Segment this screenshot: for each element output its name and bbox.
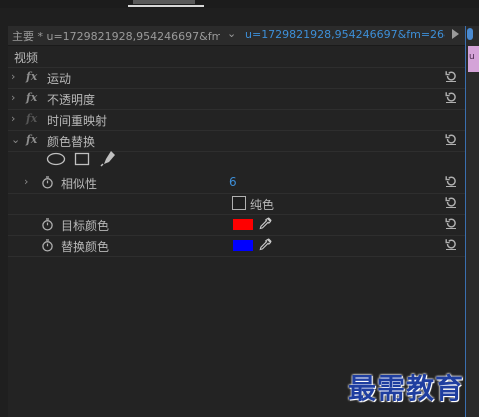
reset-icon[interactable] — [444, 216, 458, 230]
chevron-right-icon[interactable]: › — [11, 91, 15, 104]
eyedropper-icon[interactable] — [258, 217, 272, 231]
stopwatch-icon[interactable] — [41, 176, 54, 189]
similarity-value[interactable]: 6 — [229, 175, 237, 189]
master-clip-label[interactable]: 主要 * u=1729821928,954246697&fm=... — [12, 28, 220, 44]
effect-label-color-replace: 颜色替换 — [47, 135, 96, 149]
fx-icon-disabled: fx — [26, 112, 38, 125]
timeline-strip: u — [466, 26, 479, 417]
chevron-right-icon[interactable]: › — [11, 112, 15, 125]
effect-row-time-remapping[interactable]: › fx 时间重映射 — [8, 109, 466, 131]
active-tab-underline — [128, 5, 204, 7]
reset-icon[interactable] — [444, 237, 458, 251]
pen-mask-icon[interactable] — [100, 150, 116, 167]
solid-colors-checkbox[interactable] — [232, 196, 246, 210]
effect-label-opacity: 不透明度 — [47, 93, 96, 107]
param-label-target-color: 目标颜色 — [61, 219, 110, 233]
effect-row-motion[interactable]: › fx 运动 — [8, 67, 466, 89]
fx-icon[interactable]: fx — [26, 133, 37, 146]
reset-icon[interactable] — [444, 174, 458, 188]
chevron-down-icon[interactable]: ⌄ — [227, 27, 236, 40]
solid-colors-label: 纯色 — [250, 198, 275, 212]
top-tab-strip — [0, 0, 479, 8]
param-row-solid-colors: 纯色 — [8, 193, 466, 215]
effect-label-time-remapping: 时间重映射 — [47, 114, 108, 128]
reset-icon[interactable] — [444, 195, 458, 209]
ellipse-mask-icon[interactable] — [46, 152, 66, 166]
replace-color-swatch[interactable] — [233, 240, 253, 251]
reset-icon[interactable] — [444, 90, 458, 104]
playhead-marker[interactable] — [467, 28, 473, 40]
chevron-down-icon[interactable]: ⌄ — [11, 133, 20, 146]
param-label-similarity: 相似性 — [61, 177, 98, 191]
mask-tools — [8, 149, 466, 170]
fx-icon[interactable]: fx — [26, 70, 37, 83]
timeline-clip[interactable]: u — [468, 46, 479, 72]
param-row-replace-color: 替换颜色 — [8, 235, 466, 257]
chevron-right-icon[interactable]: › — [24, 175, 28, 188]
target-color-swatch[interactable] — [233, 219, 253, 230]
section-video: 视频 — [8, 46, 466, 68]
panel-header: 主要 * u=1729821928,954246697&fm=... ⌄ u=1… — [8, 26, 466, 46]
chevron-right-icon[interactable]: › — [11, 70, 15, 83]
stopwatch-icon[interactable] — [41, 239, 54, 252]
effect-label-motion: 运动 — [47, 72, 72, 86]
reset-icon[interactable] — [444, 69, 458, 83]
param-row-similarity[interactable]: › 相似性 6 — [8, 172, 466, 194]
stopwatch-icon[interactable] — [41, 218, 54, 231]
eyedropper-icon[interactable] — [258, 238, 272, 252]
param-label-replace-color: 替换颜色 — [61, 240, 110, 254]
timeline-clip-label: u — [469, 52, 475, 62]
reset-icon[interactable] — [444, 132, 458, 146]
fx-icon[interactable]: fx — [26, 91, 37, 104]
param-row-target-color: 目标颜色 — [8, 214, 466, 236]
section-video-label: 视频 — [14, 51, 39, 65]
play-icon[interactable] — [452, 29, 459, 39]
active-tab-fragment[interactable] — [133, 0, 195, 4]
sequence-clip-label[interactable]: u=1729821928,954246697&fm=26&... — [245, 28, 445, 41]
watermark: 最需教育 — [348, 372, 465, 405]
rectangle-mask-icon[interactable] — [74, 152, 90, 166]
effect-row-opacity[interactable]: › fx 不透明度 — [8, 88, 466, 110]
